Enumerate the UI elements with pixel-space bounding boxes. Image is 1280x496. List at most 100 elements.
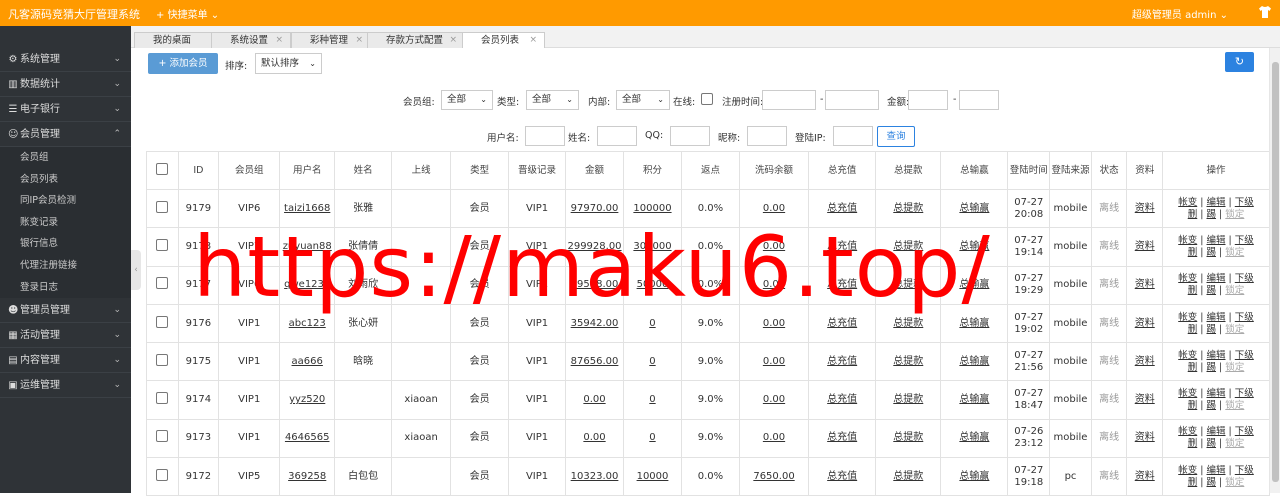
cell-amount[interactable]: 97970.00	[565, 188, 624, 229]
cell-wash[interactable]: 0.00	[738, 303, 810, 344]
account-change-link[interactable]: 帐变	[1178, 388, 1197, 399]
cell-points[interactable]: 0	[623, 418, 682, 459]
amount-min-input[interactable]	[908, 90, 948, 110]
cell-wash[interactable]: 0.00	[738, 265, 810, 305]
cell-info[interactable]: 资料	[1126, 380, 1164, 420]
cell-recharge[interactable]: 总充值	[808, 418, 877, 459]
cell-info[interactable]: 资料	[1126, 457, 1164, 496]
account-change-link[interactable]: 帐变	[1178, 426, 1197, 437]
account-change-link[interactable]: 帐变	[1178, 465, 1197, 476]
cell-info[interactable]: 资料	[1126, 303, 1164, 344]
cell-winloss[interactable]: 总输赢	[940, 418, 1009, 459]
close-icon[interactable]: ×	[275, 33, 283, 48]
cell-amount[interactable]: 35942.00	[565, 303, 624, 344]
sidebar-subitem[interactable]: 会员组	[0, 147, 131, 169]
group-select[interactable]: 全部 ⌄	[441, 90, 493, 110]
close-icon[interactable]: ×	[529, 33, 537, 48]
edit-link[interactable]: 编辑	[1207, 388, 1226, 399]
delete-link[interactable]: 删	[1188, 477, 1198, 488]
username-input[interactable]	[525, 126, 565, 146]
kick-link[interactable]: 踢	[1207, 438, 1217, 449]
regtime-start-input[interactable]	[762, 90, 816, 110]
kick-link[interactable]: 踢	[1207, 400, 1217, 411]
cell-points[interactable]: 50000	[623, 265, 682, 305]
kick-link[interactable]: 踢	[1207, 477, 1217, 488]
cell-username[interactable]: aa666	[279, 342, 336, 382]
regtime-end-input[interactable]	[825, 90, 879, 110]
lock-link[interactable]: 锁定	[1225, 477, 1244, 488]
subordinate-link[interactable]: 下级	[1235, 388, 1254, 399]
cell-wash[interactable]: 0.00	[738, 227, 810, 267]
delete-link[interactable]: 删	[1188, 285, 1198, 296]
nickname-input[interactable]	[747, 126, 787, 146]
row-checkbox[interactable]	[156, 468, 169, 481]
cell-withdraw[interactable]: 总提款	[875, 418, 942, 459]
vertical-scrollbar[interactable]	[1269, 48, 1280, 493]
cell-recharge[interactable]: 总充值	[808, 457, 877, 496]
delete-link[interactable]: 删	[1188, 362, 1198, 373]
edit-link[interactable]: 编辑	[1207, 465, 1226, 476]
subordinate-link[interactable]: 下级	[1235, 426, 1254, 437]
kick-link[interactable]: 踢	[1207, 285, 1217, 296]
cell-winloss[interactable]: 总输赢	[940, 342, 1009, 382]
cell-recharge[interactable]: 总充值	[808, 265, 877, 305]
row-select-cell[interactable]	[146, 342, 179, 382]
cell-info[interactable]: 资料	[1126, 188, 1164, 229]
cell-points[interactable]: 10000	[623, 457, 682, 496]
cell-points[interactable]: 0	[623, 380, 682, 420]
sidebar-collapse-handle[interactable]: ‹	[131, 250, 141, 290]
lock-link[interactable]: 锁定	[1225, 209, 1244, 220]
sidebar-item-members[interactable]: ☺ 会员管理 ⌃	[0, 122, 131, 147]
sidebar-subitem[interactable]: 账变记录	[0, 211, 131, 234]
edit-link[interactable]: 编辑	[1207, 350, 1226, 361]
row-select-cell[interactable]	[146, 457, 179, 496]
cell-recharge[interactable]: 总充值	[808, 342, 877, 382]
cell-username[interactable]: yyz520	[279, 380, 336, 420]
delete-link[interactable]: 删	[1188, 438, 1198, 449]
sidebar-item-ebank[interactable]: ☰ 电子银行 ⌄	[0, 97, 131, 122]
cell-amount[interactable]: 87656.00	[565, 342, 624, 382]
query-button[interactable]: 查询	[877, 126, 915, 147]
edit-link[interactable]: 编辑	[1207, 235, 1226, 246]
cell-amount[interactable]: 49548.00	[565, 265, 624, 305]
select-all-cell[interactable]	[146, 151, 179, 190]
cell-recharge[interactable]: 总充值	[808, 227, 877, 267]
account-change-link[interactable]: 帐变	[1178, 312, 1197, 323]
user-menu[interactable]: 超级管理员 admin ⌄	[1132, 6, 1228, 21]
cell-username[interactable]: taizi1668	[279, 188, 336, 229]
cell-wash[interactable]: 7650.00	[738, 457, 810, 496]
row-checkbox[interactable]	[156, 315, 169, 328]
account-change-link[interactable]: 帐变	[1178, 197, 1197, 208]
cell-username[interactable]: zuyuan88	[279, 227, 336, 267]
tshirt-icon[interactable]	[1258, 5, 1272, 19]
lock-link[interactable]: 锁定	[1225, 400, 1244, 411]
cell-withdraw[interactable]: 总提款	[875, 265, 942, 305]
sidebar-item-admins[interactable]: ☻ 管理员管理 ⌄	[0, 298, 131, 324]
cell-amount[interactable]: 299928.00	[565, 227, 624, 267]
cell-points[interactable]: 300000	[623, 227, 682, 267]
scrollbar-thumb[interactable]	[1272, 62, 1279, 482]
cell-winloss[interactable]: 总输赢	[940, 265, 1009, 305]
delete-link[interactable]: 删	[1188, 247, 1198, 258]
sort-select[interactable]: 默认排序 ⌄	[255, 53, 322, 74]
lock-link[interactable]: 锁定	[1225, 438, 1244, 449]
kick-link[interactable]: 踢	[1207, 362, 1217, 373]
lock-link[interactable]: 锁定	[1225, 324, 1244, 335]
row-select-cell[interactable]	[146, 380, 179, 420]
cell-amount[interactable]: 10323.00	[565, 457, 624, 496]
sidebar-item-content[interactable]: ▤ 内容管理 ⌄	[0, 348, 131, 374]
tab-system-settings[interactable]: 系统设置 ×	[211, 32, 291, 48]
account-change-link[interactable]: 帐变	[1178, 235, 1197, 246]
row-checkbox[interactable]	[156, 238, 169, 251]
cell-withdraw[interactable]: 总提款	[875, 457, 942, 496]
cell-username[interactable]: abc123	[279, 303, 336, 344]
cell-wash[interactable]: 0.00	[738, 188, 810, 229]
sidebar-subitem[interactable]: 同IP会员检测	[0, 190, 131, 212]
edit-link[interactable]: 编辑	[1207, 312, 1226, 323]
cell-username[interactable]: qwe1231	[279, 265, 336, 305]
refresh-button[interactable]: ↻	[1225, 52, 1254, 72]
sidebar-subitem[interactable]: 会员列表	[0, 168, 131, 191]
lock-link[interactable]: 锁定	[1225, 285, 1244, 296]
kick-link[interactable]: 踢	[1207, 209, 1217, 220]
account-change-link[interactable]: 帐变	[1178, 350, 1197, 361]
